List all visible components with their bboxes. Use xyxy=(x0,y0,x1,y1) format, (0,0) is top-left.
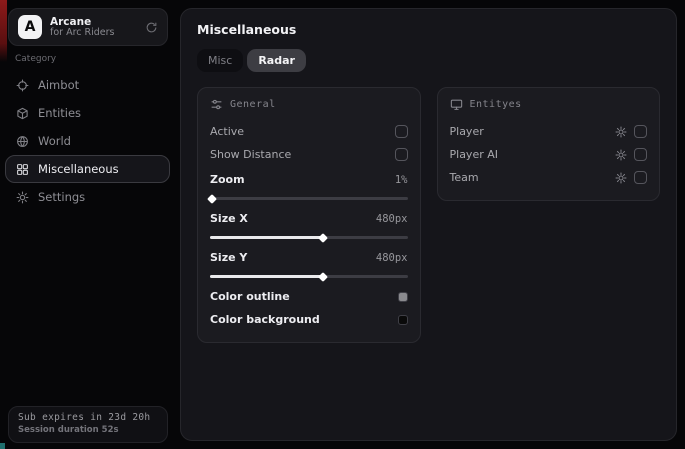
team-gear-icon[interactable] xyxy=(615,172,627,184)
zoom-label: Zoom xyxy=(210,173,245,186)
monitor-icon xyxy=(450,98,463,111)
sidebar-item-label: Settings xyxy=(38,190,85,204)
tab-bar: Misc Radar xyxy=(197,49,660,72)
player-ai-gear-icon[interactable] xyxy=(615,149,627,161)
size-x-slider-handle[interactable] xyxy=(318,233,328,243)
row-player-ai: Player AI xyxy=(450,144,648,165)
row-color-outline: Color outline xyxy=(210,286,408,307)
active-label: Active xyxy=(210,125,244,138)
app-logo: A xyxy=(18,15,42,39)
row-zoom: Zoom 1% xyxy=(210,167,408,206)
active-checkbox[interactable] xyxy=(395,125,408,138)
team-checkbox[interactable] xyxy=(634,171,647,184)
size-y-value: 480px xyxy=(376,252,408,264)
sidebar-item-world[interactable]: World xyxy=(5,127,170,155)
row-active: Active xyxy=(210,121,408,142)
size-x-value: 480px xyxy=(376,213,408,225)
player-checkbox[interactable] xyxy=(634,125,647,138)
general-panel: General Active Show Distance Zoom 1% xyxy=(197,87,421,343)
gear-icon xyxy=(15,191,29,204)
show-distance-label: Show Distance xyxy=(210,148,291,161)
app-logo-letter: A xyxy=(25,19,36,35)
size-y-slider-handle[interactable] xyxy=(318,272,328,282)
globe-icon xyxy=(15,135,29,148)
player-label: Player xyxy=(450,125,484,138)
subscription-card: Sub expires in 23d 20h Session duration … xyxy=(8,406,168,443)
general-panel-title: General xyxy=(230,99,276,110)
sidebar-item-label: Entities xyxy=(38,106,81,120)
tab-misc[interactable]: Misc xyxy=(197,49,243,72)
grid-icon xyxy=(15,163,29,176)
player-ai-label: Player AI xyxy=(450,148,499,161)
tab-radar[interactable]: Radar xyxy=(247,49,306,72)
sidebar-item-miscellaneous[interactable]: Miscellaneous xyxy=(5,155,170,183)
session-duration-text: Session duration 52s xyxy=(18,425,158,435)
size-x-slider[interactable] xyxy=(210,236,408,239)
player-ai-checkbox[interactable] xyxy=(634,148,647,161)
player-gear-icon[interactable] xyxy=(615,126,627,138)
sidebar-item-label: World xyxy=(38,134,71,148)
size-x-label: Size X xyxy=(210,212,248,225)
row-color-background: Color background xyxy=(210,309,408,330)
color-background-swatch[interactable] xyxy=(398,315,408,325)
entities-icon xyxy=(15,107,29,120)
sync-icon[interactable] xyxy=(145,21,158,34)
row-show-distance: Show Distance xyxy=(210,144,408,165)
category-label: Category xyxy=(15,54,56,64)
entities-panel: Entityes Player Player AI xyxy=(437,87,661,201)
color-background-label: Color background xyxy=(210,313,320,326)
entities-panel-title: Entityes xyxy=(470,99,522,110)
row-player: Player xyxy=(450,121,648,142)
page-title: Miscellaneous xyxy=(197,22,660,37)
zoom-value: 1% xyxy=(395,174,408,186)
crosshair-icon xyxy=(15,79,29,92)
color-outline-label: Color outline xyxy=(210,290,290,303)
sidebar-item-label: Miscellaneous xyxy=(38,162,119,176)
sidebar-item-entities[interactable]: Entities xyxy=(5,99,170,127)
main-panel: Miscellaneous Misc Radar General Active … xyxy=(180,8,677,441)
sidebar-item-settings[interactable]: Settings xyxy=(5,183,170,211)
sidebar-item-label: Aimbot xyxy=(38,78,79,92)
app-subtitle: for Arc Riders xyxy=(50,28,137,39)
sidebar-item-aimbot[interactable]: Aimbot xyxy=(5,71,170,99)
color-outline-swatch[interactable] xyxy=(398,292,408,302)
size-y-label: Size Y xyxy=(210,251,247,264)
zoom-slider[interactable] xyxy=(210,197,408,200)
sub-expires-text: Sub expires in 23d 20h xyxy=(18,412,158,423)
sliders-icon xyxy=(210,98,223,111)
app-title: Arcane xyxy=(50,16,137,28)
row-size-x: Size X 480px xyxy=(210,206,408,245)
size-y-slider[interactable] xyxy=(210,275,408,278)
app-header-card: A Arcane for Arc Riders xyxy=(8,8,168,46)
team-label: Team xyxy=(450,171,479,184)
zoom-slider-handle[interactable] xyxy=(207,194,217,204)
sidebar-nav: Aimbot Entities World Miscellaneo xyxy=(5,71,170,211)
row-team: Team xyxy=(450,167,648,188)
sidebar: A Arcane for Arc Riders Category Aimbot xyxy=(0,0,180,449)
show-distance-checkbox[interactable] xyxy=(395,148,408,161)
row-size-y: Size Y 480px xyxy=(210,245,408,284)
